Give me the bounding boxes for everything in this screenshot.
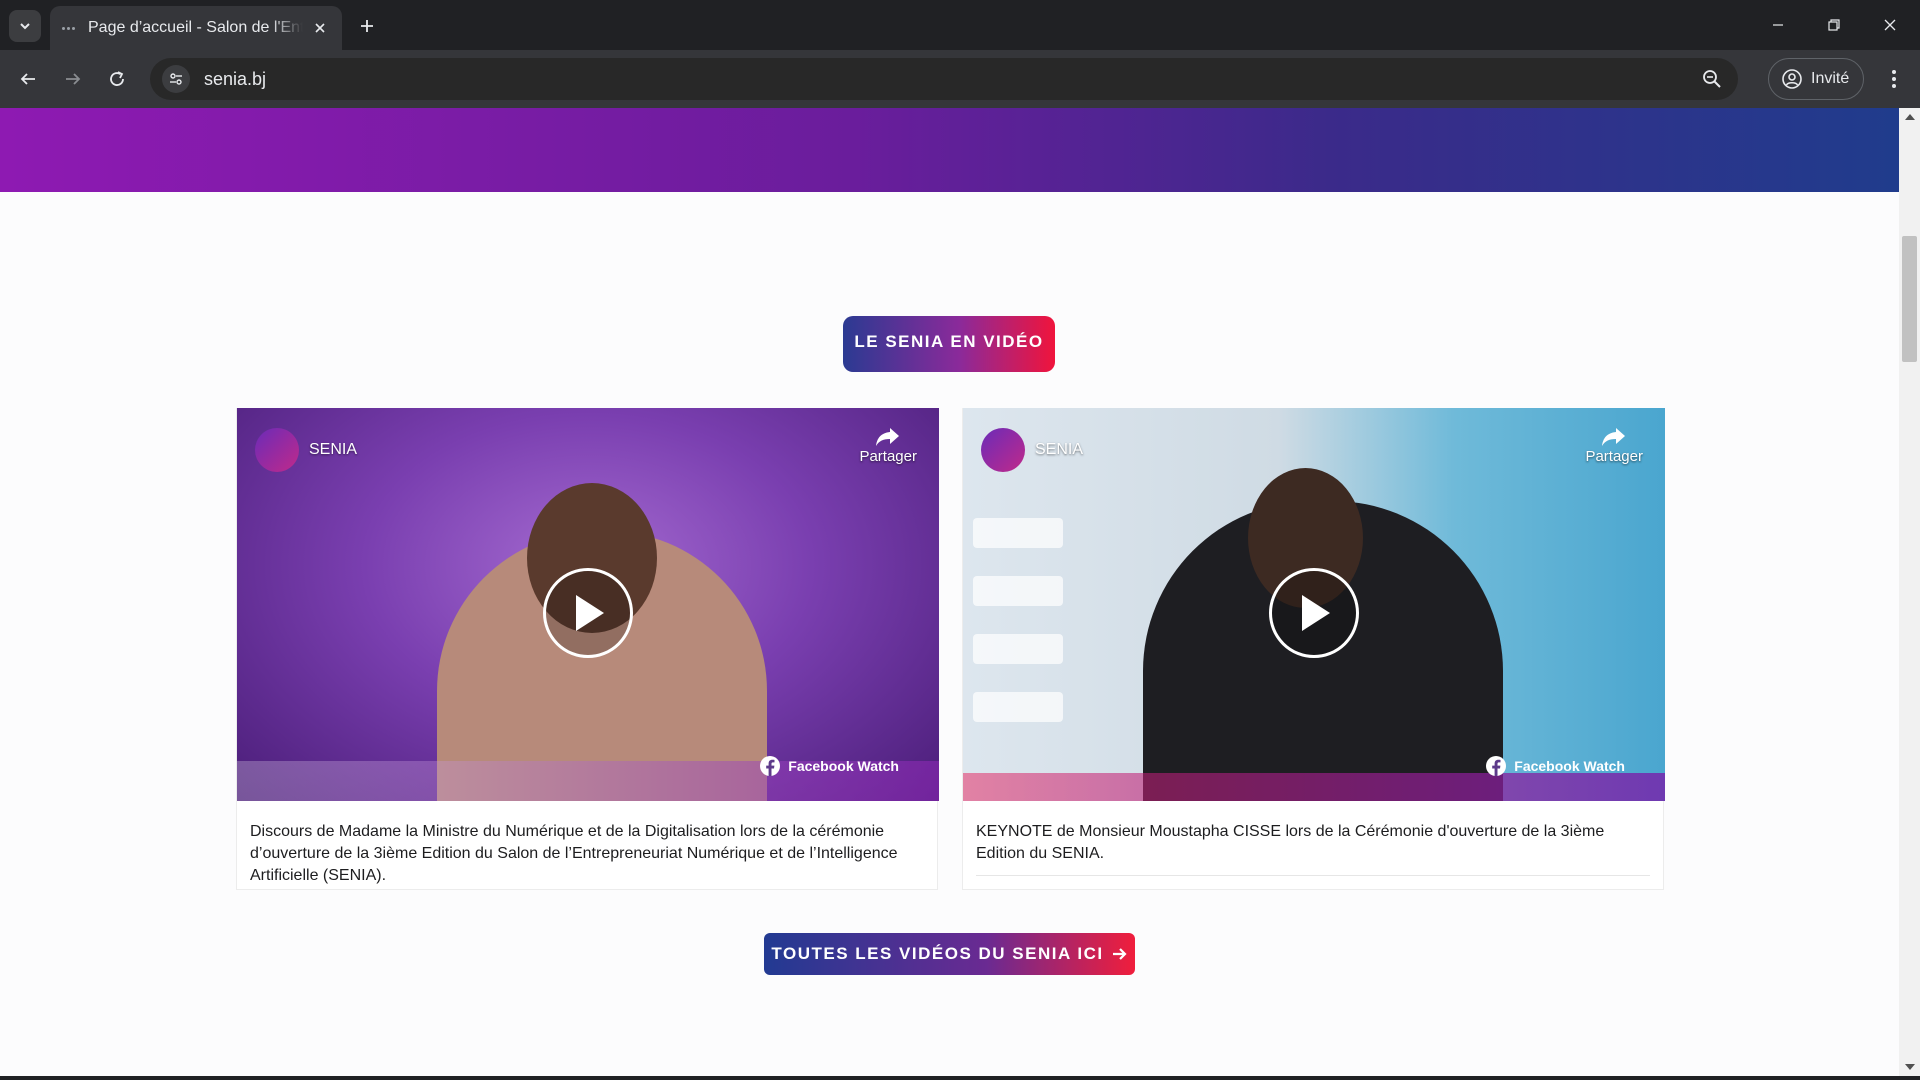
close-icon [1884,19,1896,31]
facebook-watch-link[interactable]: Facebook Watch [759,755,899,777]
all-videos-label: TOUTES LES VIDÉOS DU SENIA ICI [771,944,1104,963]
facebook-icon [1486,756,1507,776]
play-button[interactable] [543,568,633,658]
user-icon [1782,69,1802,89]
active-tab[interactable]: Page d’accueil - Salon de l'Entrepreneur… [50,6,342,50]
back-button[interactable] [12,63,44,95]
sponsor-logo [973,692,1063,722]
play-icon [1302,595,1330,631]
browser-menu-button[interactable] [1880,63,1908,95]
tab-title: Page d’accueil - Salon de l'Entrepreneur… [88,19,303,36]
site-info-button[interactable] [162,65,190,93]
kebab-icon [1892,70,1896,88]
restore-button[interactable] [1818,10,1850,40]
video-caption: Discours de Madame la Ministre du Numéri… [250,823,898,884]
close-window-button[interactable] [1874,10,1906,40]
page-viewport: LE SENIA EN VIDÉO SENIA Partager Faceboo… [0,108,1899,1076]
page-avatar [255,428,299,472]
close-icon [315,23,325,33]
restore-icon [1828,19,1840,31]
video-player-2[interactable]: SENIA Partager Facebook Watch [963,408,1665,801]
play-button[interactable] [1269,568,1359,658]
all-videos-button[interactable]: TOUTES LES VIDÉOS DU SENIA ICI [764,933,1135,975]
tab-close-button[interactable] [310,18,330,38]
share-label: Partager [859,448,917,465]
tab-search-button[interactable] [9,10,41,42]
video-card-1: SENIA Partager Facebook Watch Discours d… [236,408,939,890]
share-icon [1602,428,1626,446]
hero-gradient-band [0,108,1899,192]
reload-button[interactable] [101,63,133,95]
video-caption: KEYNOTE de Monsieur Moustapha CISSE lors… [976,823,1605,862]
fb-page-link[interactable]: SENIA [255,428,357,472]
page-name: SENIA [309,441,358,458]
profile-label: Invité [1811,70,1850,87]
page-name: SENIA [1035,441,1084,458]
scroll-thumb[interactable] [1902,236,1917,362]
url-text[interactable]: senia.bj [204,69,266,90]
sponsor-logo [973,634,1063,664]
minimize-icon [1773,24,1783,26]
sponsor-logo [973,576,1063,606]
page-avatar [981,428,1025,472]
arrow-right-icon [66,73,81,85]
tab-favicon-icon [62,21,76,35]
video-player-1[interactable]: SENIA Partager Facebook Watch [237,408,939,801]
fb-page-link[interactable]: SENIA [981,428,1083,472]
profile-button[interactable]: Invité [1768,58,1864,100]
tab-bar: Page d’accueil - Salon de l'Entrepreneur… [0,0,1920,50]
facebook-watch-link[interactable]: Facebook Watch [1485,755,1625,777]
facebook-watch-label: Facebook Watch [788,758,899,774]
video-card-2: SENIA Partager Facebook Watch KEYNOTE de… [962,408,1665,890]
share-icon [876,428,900,446]
window-bottom-edge [0,1076,1920,1080]
forward-button[interactable] [57,63,89,95]
stage-bottom [963,773,1665,801]
zoom-button[interactable] [1700,67,1724,91]
share-label: Partager [1585,448,1643,465]
share-button[interactable]: Partager [859,426,917,465]
scroll-down-arrow[interactable] [1905,1064,1915,1070]
facebook-icon [760,756,781,776]
tune-icon [170,73,182,85]
minimize-button[interactable] [1762,10,1794,40]
plus-icon [361,20,373,32]
play-icon [576,595,604,631]
facebook-watch-label: Facebook Watch [1514,758,1625,774]
sponsor-logos [973,518,1093,758]
arrow-left-icon [20,73,35,85]
sponsor-logo [973,518,1063,548]
reload-icon [110,71,124,86]
section-title-badge: LE SENIA EN VIDÉO [843,316,1055,372]
arrow-right-icon [1112,948,1127,960]
share-button[interactable]: Partager [1585,426,1643,465]
caption-divider [976,875,1650,876]
chevron-down-icon [20,23,30,30]
address-bar[interactable]: senia.bj [150,58,1738,100]
browser-toolbar: senia.bj Invité [0,50,1920,108]
zoom-icon [1703,70,1721,88]
scroll-up-arrow[interactable] [1905,114,1915,120]
page-scrollbar[interactable] [1899,108,1920,1076]
new-tab-button[interactable] [353,12,381,40]
